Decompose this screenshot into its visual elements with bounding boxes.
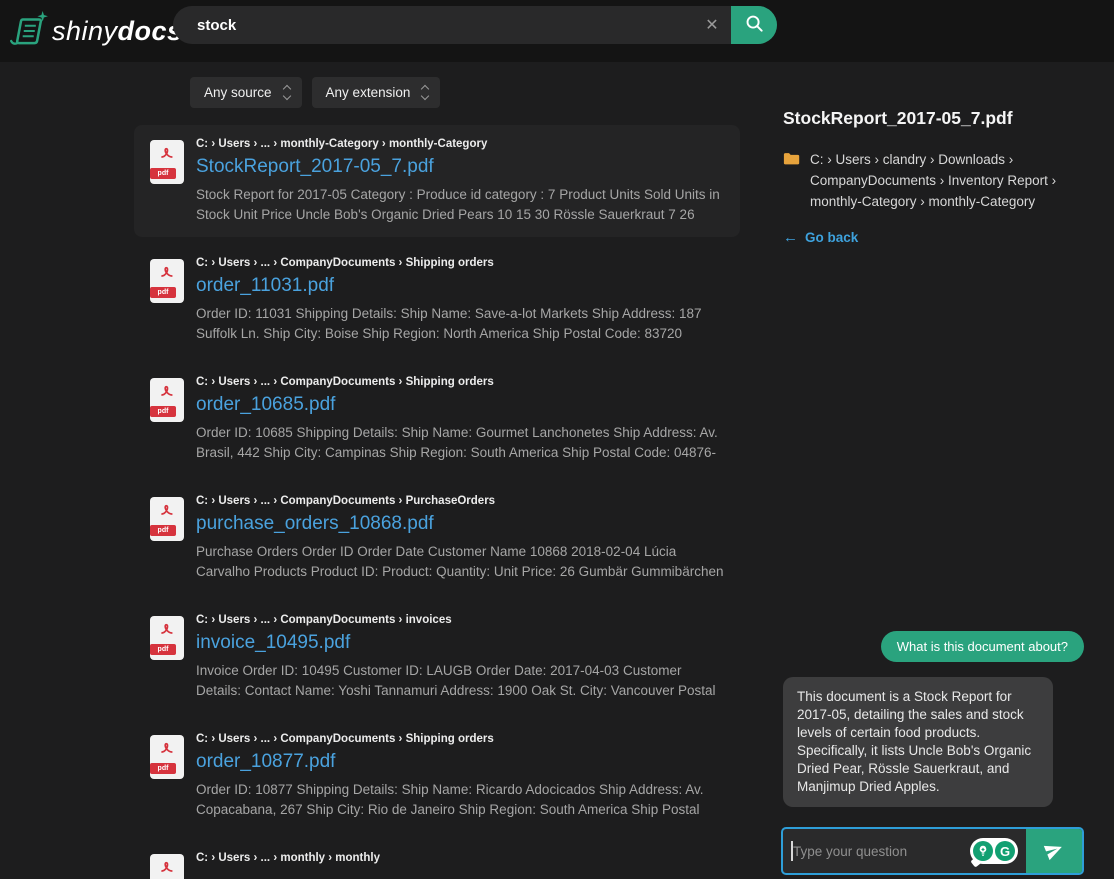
- result-filename-link[interactable]: purchase_orders_10868.pdf: [196, 511, 724, 537]
- folder-icon: [783, 149, 801, 212]
- search-bar: ✕: [173, 6, 777, 44]
- shinydocs-logo[interactable]: shinydocs: [8, 10, 183, 52]
- pdf-file-icon: pdf: [150, 259, 184, 303]
- send-paper-plane-icon: [1043, 839, 1065, 864]
- result-filename-link[interactable]: order_10877.pdf: [196, 749, 724, 775]
- result-breadcrumb: C: › Users › ... › CompanyDocuments › Sh…: [196, 376, 724, 388]
- source-filter-label: Any source: [204, 85, 272, 100]
- detail-document-title: StockReport_2017-05_7.pdf: [783, 108, 1088, 129]
- pdf-badge: pdf: [150, 168, 176, 179]
- result-breadcrumb: C: › Users › ... › CompanyDocuments › Pu…: [196, 495, 724, 507]
- shinydocs-logo-icon: [8, 10, 50, 52]
- pdf-file-icon: pdf: [150, 497, 184, 541]
- back-arrow-icon: ←: [783, 229, 798, 246]
- logo-wordmark: shinydocs: [52, 16, 183, 47]
- chat-question-bubble: What is this document about?: [881, 631, 1084, 662]
- filter-bar: Any source Any extension: [190, 77, 440, 108]
- clear-search-button[interactable]: ✕: [693, 6, 731, 44]
- result-filename-link[interactable]: StockReport_2017-05_7.pdf: [196, 154, 724, 180]
- pdf-file-icon: pdf: [150, 735, 184, 779]
- chat-answer-bubble: This document is a Stock Report for 2017…: [783, 677, 1053, 807]
- pdf-badge: pdf: [150, 406, 176, 417]
- extension-filter-dropdown[interactable]: Any extension: [312, 77, 441, 108]
- go-back-label: Go back: [805, 230, 858, 245]
- result-row[interactable]: pdf C: › Users › ... › CompanyDocuments …: [134, 363, 740, 475]
- result-filename-link[interactable]: order_11031.pdf: [196, 273, 724, 299]
- result-row[interactable]: pdf C: › Users › ... › CompanyDocuments …: [134, 482, 740, 594]
- question-input[interactable]: [783, 829, 970, 873]
- pdf-badge: pdf: [150, 644, 176, 655]
- search-results-list: pdf C: › Users › ... › monthly-Category …: [134, 125, 740, 879]
- text-cursor: [791, 841, 793, 861]
- pdf-file-icon: pdf: [150, 854, 184, 879]
- result-row[interactable]: pdf C: › Users › ... › monthly › monthly: [134, 839, 740, 879]
- result-breadcrumb: C: › Users › ... › CompanyDocuments › Sh…: [196, 257, 724, 269]
- grammarly-g-icon: G: [995, 841, 1015, 861]
- document-detail-panel: StockReport_2017-05_7.pdf C: › Users › c…: [783, 108, 1088, 247]
- result-snippet: Order ID: 10877 Shipping Details: Ship N…: [196, 780, 724, 819]
- result-breadcrumb: C: › Users › ... › CompanyDocuments › Sh…: [196, 733, 724, 745]
- search-icon: [744, 13, 765, 37]
- pdf-badge: pdf: [150, 525, 176, 536]
- result-breadcrumb: C: › Users › ... › CompanyDocuments › in…: [196, 614, 724, 626]
- result-snippet: Order ID: 11031 Shipping Details: Ship N…: [196, 304, 724, 343]
- pdf-badge: pdf: [150, 287, 176, 298]
- top-bar: shinydocs ✕: [0, 0, 1114, 62]
- result-snippet: Stock Report for 2017-05 Category : Prod…: [196, 185, 724, 224]
- chevron-updown-icon: [422, 86, 428, 99]
- chevron-updown-icon: [284, 86, 290, 99]
- result-row[interactable]: pdf C: › Users › ... › CompanyDocuments …: [134, 601, 740, 713]
- result-filename-link[interactable]: invoice_10495.pdf: [196, 630, 724, 656]
- send-question-button[interactable]: [1026, 829, 1082, 873]
- result-row-selected[interactable]: pdf C: › Users › ... › monthly-Category …: [134, 125, 740, 237]
- detail-document-path: C: › Users › clandry › Downloads › Compa…: [810, 149, 1088, 212]
- source-filter-dropdown[interactable]: Any source: [190, 77, 302, 108]
- pdf-file-icon: pdf: [150, 616, 184, 660]
- chat-input-container: G: [781, 827, 1084, 875]
- result-snippet: Purchase Orders Order ID Order Date Cust…: [196, 542, 724, 581]
- search-button[interactable]: [731, 6, 777, 44]
- pdf-file-icon: pdf: [150, 378, 184, 422]
- search-input[interactable]: [173, 6, 693, 44]
- result-snippet: Invoice Order ID: 10495 Customer ID: LAU…: [196, 661, 724, 700]
- extension-filter-label: Any extension: [326, 85, 411, 100]
- pdf-file-icon: pdf: [150, 140, 184, 184]
- result-snippet: Order ID: 10685 Shipping Details: Ship N…: [196, 423, 724, 462]
- lightbulb-icon: [973, 841, 993, 861]
- result-row[interactable]: pdf C: › Users › ... › CompanyDocuments …: [134, 720, 740, 832]
- result-breadcrumb: C: › Users › ... › monthly › monthly: [196, 852, 380, 864]
- shinydocs-app: shinydocs ✕ Any source Any extension: [0, 0, 1114, 879]
- result-breadcrumb: C: › Users › ... › monthly-Category › mo…: [196, 138, 724, 150]
- pdf-badge: pdf: [150, 763, 176, 774]
- result-filename-link[interactable]: order_10685.pdf: [196, 392, 724, 418]
- result-row[interactable]: pdf C: › Users › ... › CompanyDocuments …: [134, 244, 740, 356]
- go-back-link[interactable]: ← Go back: [783, 229, 858, 246]
- grammarly-extension-badge[interactable]: G: [970, 838, 1018, 864]
- close-icon: ✕: [705, 15, 718, 35]
